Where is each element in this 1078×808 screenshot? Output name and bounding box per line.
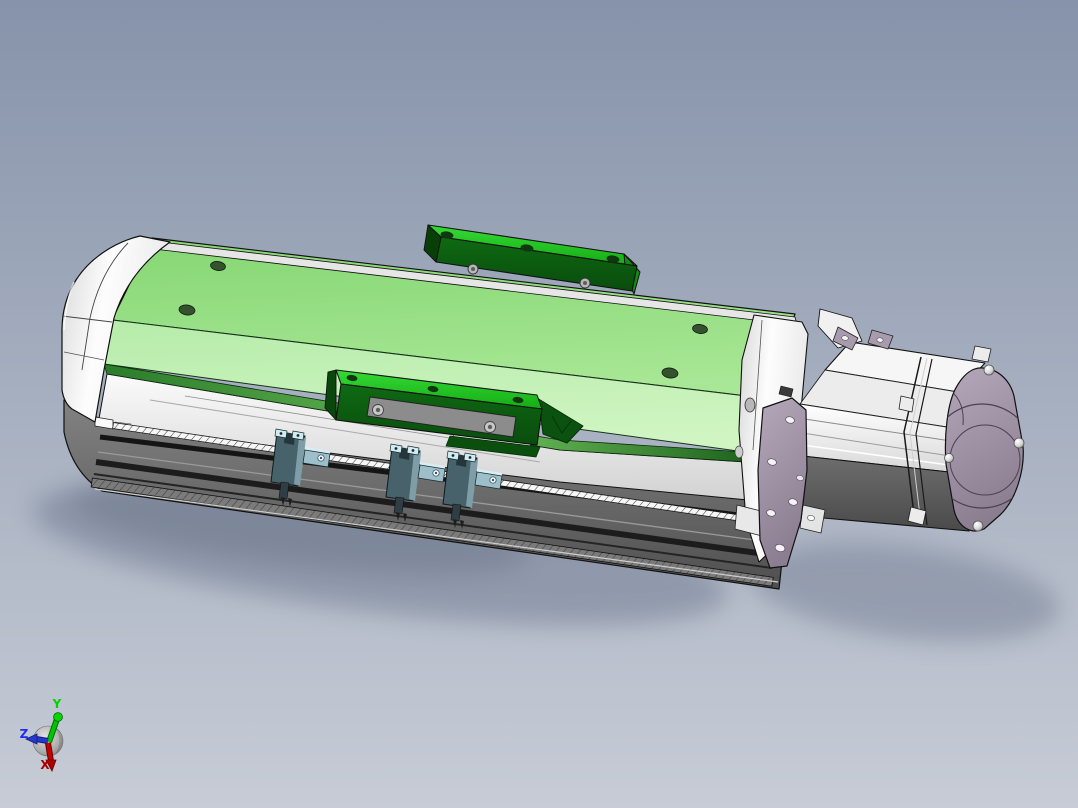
facet (487, 424, 493, 430)
y-axis-label: Y (52, 697, 62, 711)
corner-screw (983, 364, 995, 376)
corner-screw (1013, 437, 1025, 449)
x-axis-label: X (40, 758, 50, 772)
facet (296, 434, 300, 437)
corner-screw (972, 520, 984, 532)
cad-viewport[interactable]: Y Z X (0, 0, 1078, 808)
facet (471, 267, 475, 271)
bracket-foot (278, 481, 290, 500)
axis-shaft (35, 737, 49, 743)
clamp-tab (898, 395, 915, 413)
axis-tip (53, 712, 63, 722)
corner-screw (944, 453, 954, 463)
z-axis-label: Z (20, 727, 29, 741)
model-3d-view[interactable]: Y Z X (0, 0, 1078, 808)
facet (583, 281, 587, 285)
cap-hole (744, 397, 756, 413)
facet (375, 407, 381, 413)
facet (319, 456, 323, 460)
cap-hole (734, 445, 744, 459)
facet (279, 432, 283, 435)
clamp-tab (971, 345, 992, 363)
